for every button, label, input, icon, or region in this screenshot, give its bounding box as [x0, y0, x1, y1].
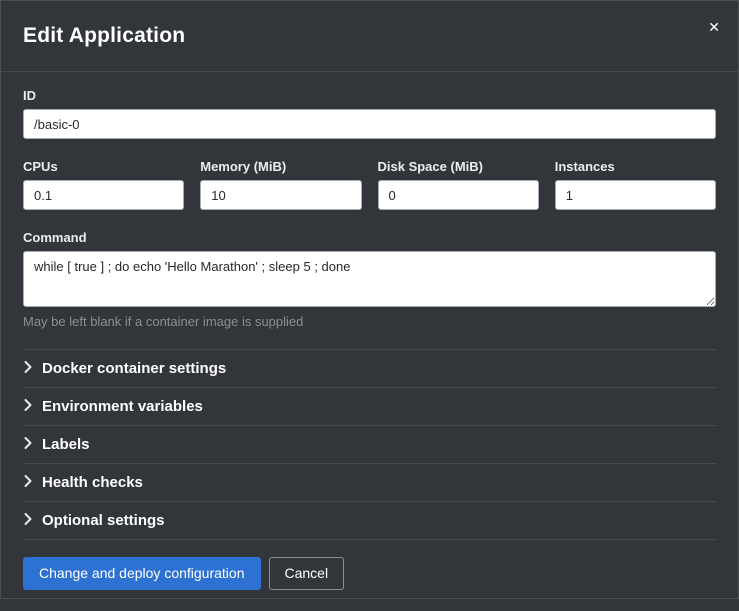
modal-title: Edit Application: [23, 24, 185, 48]
collapsible-sections: Docker container settings Environment va…: [23, 349, 716, 540]
memory-input[interactable]: [200, 180, 361, 210]
section-docker-container-settings[interactable]: Docker container settings: [23, 349, 716, 387]
id-label: ID: [23, 88, 716, 103]
instances-input[interactable]: [555, 180, 716, 210]
command-textarea[interactable]: while [ true ] ; do echo 'Hello Marathon…: [23, 251, 716, 307]
modal-footer: Change and deploy configuration Cancel: [1, 540, 738, 611]
instances-label: Instances: [555, 159, 716, 174]
chevron-right-icon: [24, 436, 32, 453]
cpus-field-group: CPUs: [23, 159, 184, 210]
chevron-right-icon: [24, 360, 32, 377]
section-label: Labels: [42, 436, 90, 453]
section-environment-variables[interactable]: Environment variables: [23, 387, 716, 425]
section-label: Environment variables: [42, 398, 203, 415]
disk-label: Disk Space (MiB): [378, 159, 539, 174]
cancel-button[interactable]: Cancel: [269, 557, 345, 590]
id-field-group: ID: [23, 88, 716, 139]
section-label: Health checks: [42, 474, 143, 491]
resources-row: CPUs Memory (MiB) Disk Space (MiB) Insta…: [23, 159, 716, 210]
section-label: Optional settings: [42, 512, 165, 529]
chevron-right-icon: [24, 474, 32, 491]
change-and-deploy-button[interactable]: Change and deploy configuration: [23, 557, 261, 590]
instances-field-group: Instances: [555, 159, 716, 210]
section-optional-settings[interactable]: Optional settings: [23, 501, 716, 539]
section-health-checks[interactable]: Health checks: [23, 463, 716, 501]
memory-field-group: Memory (MiB): [200, 159, 361, 210]
section-label: Docker container settings: [42, 360, 226, 377]
chevron-right-icon: [24, 398, 32, 415]
command-help-text: May be left blank if a container image i…: [23, 314, 716, 329]
chevron-right-icon: [24, 512, 32, 529]
command-label: Command: [23, 230, 716, 245]
disk-field-group: Disk Space (MiB): [378, 159, 539, 210]
cpus-input[interactable]: [23, 180, 184, 210]
section-labels[interactable]: Labels: [23, 425, 716, 463]
memory-label: Memory (MiB): [200, 159, 361, 174]
id-input[interactable]: [23, 109, 716, 139]
disk-input[interactable]: [378, 180, 539, 210]
edit-application-modal: Edit Application ✕ ID CPUs Memory (MiB) …: [0, 0, 739, 599]
modal-header: Edit Application ✕: [1, 1, 738, 72]
modal-body: ID CPUs Memory (MiB) Disk Space (MiB) In…: [1, 72, 738, 540]
cpus-label: CPUs: [23, 159, 184, 174]
close-icon[interactable]: ✕: [704, 17, 724, 39]
command-field-group: Command while [ true ] ; do echo 'Hello …: [23, 230, 716, 329]
